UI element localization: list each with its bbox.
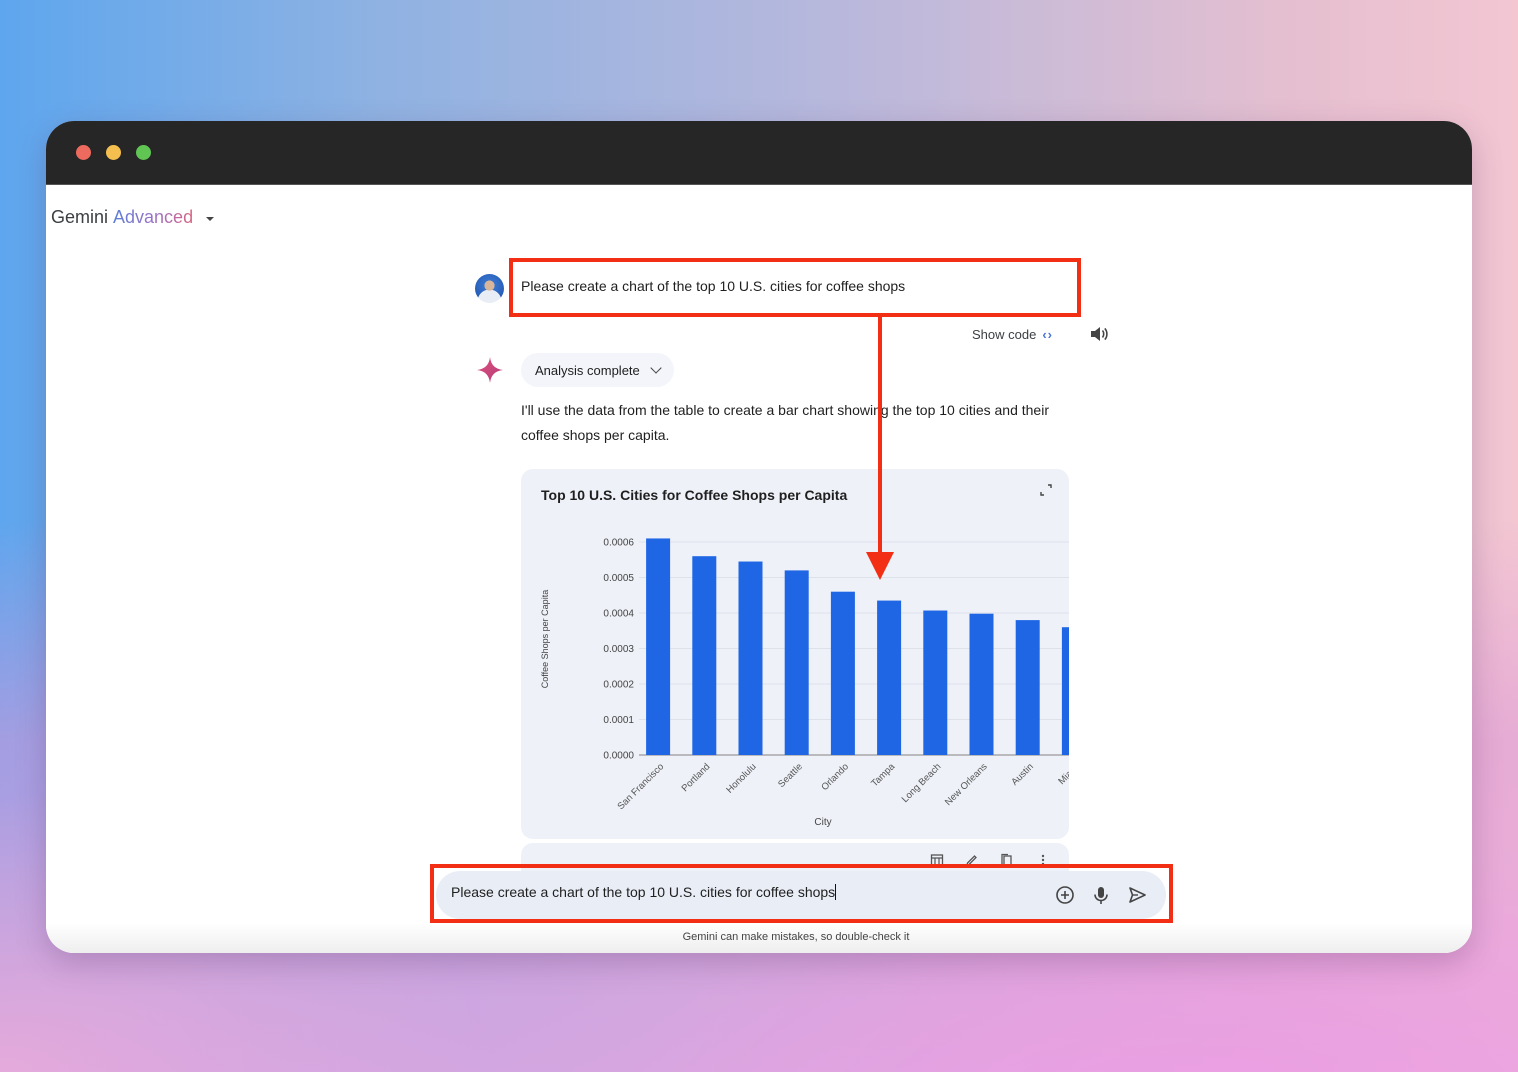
bar[interactable] <box>969 613 994 755</box>
speaker-icon[interactable] <box>1089 325 1109 343</box>
bars <box>646 538 1069 755</box>
bar[interactable] <box>784 570 809 755</box>
minimize-window-button[interactable] <box>106 145 121 160</box>
x-tick-label: Honolulu <box>724 761 758 795</box>
prompt-input-bar: Please create a chart of the top 10 U.S.… <box>436 871 1166 919</box>
gemini-app: Gemini Advanced Please create a chart of… <box>46 185 1472 953</box>
user-avatar[interactable] <box>475 274 504 303</box>
more-vert-icon[interactable] <box>1036 853 1050 867</box>
prompt-input[interactable]: Please create a chart of the top 10 U.S.… <box>451 884 1031 900</box>
text-cursor <box>835 884 837 900</box>
chart-actions-toolbar <box>521 843 1069 873</box>
maximize-window-button[interactable] <box>136 145 151 160</box>
bar[interactable] <box>923 610 948 755</box>
bar[interactable] <box>1015 620 1040 755</box>
mic-icon[interactable] <box>1090 884 1112 906</box>
show-code-button[interactable]: Show code ‹› <box>972 327 1053 342</box>
x-tick-label: Orlando <box>819 761 851 793</box>
caret-down-icon <box>206 217 215 221</box>
response-text: I'll use the data from the table to crea… <box>521 402 1049 443</box>
close-window-button[interactable] <box>76 145 91 160</box>
chart-card: Top 10 U.S. Cities for Coffee Shops per … <box>521 469 1069 839</box>
y-tick-label: 0.0003 <box>603 644 634 655</box>
y-tick-labels: 0.0000 0.0001 0.0002 0.0003 0.0004 0.0005 0.00… <box>603 538 634 762</box>
bar-chart: 0.0000 0.0001 0.0002 0.0003 0.0004 0.0005 0.00… <box>540 538 1069 828</box>
window-titlebar <box>46 121 1472 185</box>
y-tick-label: 0.0002 <box>603 680 634 691</box>
y-tick-label: 0.0006 <box>603 538 634 549</box>
x-tick-label: Seattle <box>776 761 805 790</box>
x-tick-label: Long Beach <box>900 761 944 805</box>
code-brackets-icon: ‹› <box>1042 327 1053 342</box>
bar[interactable] <box>692 556 717 755</box>
gemini-sparkle-icon <box>477 357 503 383</box>
x-tick-label: New Orleans <box>943 761 990 808</box>
y-tick-label: 0.0001 <box>603 715 634 726</box>
table-icon[interactable] <box>930 853 944 867</box>
disclaimer-text: Gemini can make mistakes, so double-chec… <box>682 931 910 943</box>
bar[interactable] <box>1061 627 1069 755</box>
x-tick-label: San Francisco <box>615 761 666 812</box>
chevron-down-icon <box>650 362 662 374</box>
x-tick-label: Austin <box>1009 761 1035 787</box>
x-tick-label: Miami <box>1056 761 1069 787</box>
user-prompt-text: Please create a chart of the top 10 U.S.… <box>521 278 906 294</box>
analysis-chip-label: Analysis complete <box>535 362 640 378</box>
x-tick-label: Portland <box>680 761 713 794</box>
edit-icon[interactable] <box>965 853 979 867</box>
prompt-input-value: Please create a chart of the top 10 U.S.… <box>451 884 836 900</box>
y-tick-label: 0.0005 <box>603 573 634 584</box>
analysis-complete-chip[interactable]: Analysis complete <box>521 353 674 387</box>
x-tick-labels: San Francisco Portland Honolulu Seattle Orla… <box>615 761 1069 812</box>
y-tick-label: 0.0000 <box>603 751 634 762</box>
x-tick-label: Tampa <box>869 761 897 789</box>
send-icon[interactable] <box>1126 884 1148 906</box>
y-tick-label: 0.0004 <box>603 609 634 620</box>
copy-icon[interactable] <box>1000 853 1014 867</box>
show-code-label: Show code <box>972 327 1037 342</box>
app-tier: Advanced <box>113 207 194 227</box>
bar[interactable] <box>738 561 763 755</box>
bar[interactable] <box>877 600 902 755</box>
bar[interactable] <box>830 591 855 755</box>
app-name: Gemini <box>51 207 109 227</box>
model-switcher[interactable]: Gemini Advanced <box>51 207 215 228</box>
browser-window: Gemini Advanced Please create a chart of… <box>46 121 1472 953</box>
y-axis-label: Coffee Shops per Capita <box>540 590 550 688</box>
add-circle-icon[interactable] <box>1054 884 1076 906</box>
bar[interactable] <box>646 538 671 755</box>
x-axis-label: City <box>814 817 831 828</box>
